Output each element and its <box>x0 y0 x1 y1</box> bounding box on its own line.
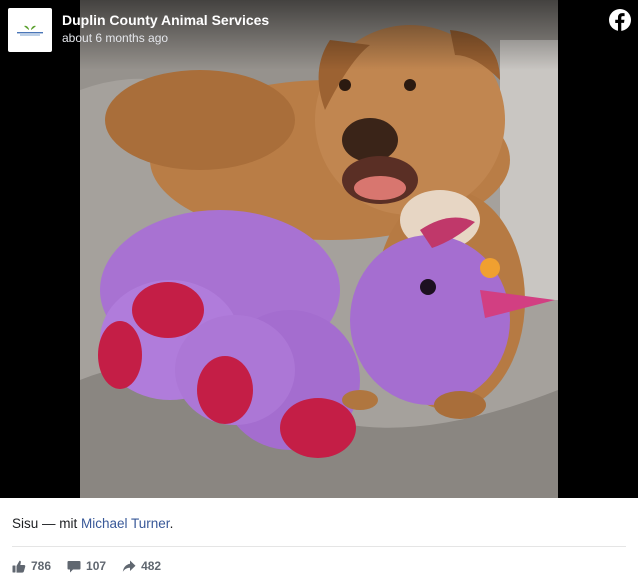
post-photo[interactable] <box>80 0 558 498</box>
thumbs-up-icon <box>12 560 26 573</box>
page-avatar[interactable] <box>8 8 52 52</box>
likes-count: 786 <box>31 559 52 573</box>
likes-stat[interactable]: 786 <box>12 559 51 573</box>
page-name-link[interactable]: Duplin County Animal Services <box>62 12 269 28</box>
post-timestamp[interactable]: about 6 months ago <box>62 31 168 45</box>
facebook-icon[interactable] <box>609 9 631 31</box>
shares-count: 482 <box>141 559 162 573</box>
duplin-county-logo <box>17 25 43 36</box>
divider <box>12 546 626 547</box>
comment-bubble-icon <box>67 560 81 572</box>
facebook-post-embed: Duplin County Animal Services about 6 mo… <box>0 0 638 588</box>
share-arrow-icon <box>122 560 136 572</box>
caption-end: . <box>169 516 174 531</box>
shares-stat[interactable]: 482 <box>122 559 161 573</box>
comments-count: 107 <box>86 559 107 573</box>
post-media[interactable]: Duplin County Animal Services about 6 mo… <box>0 0 638 498</box>
comments-stat[interactable]: 107 <box>67 559 106 573</box>
engagement-stats: 786 107 482 <box>12 559 161 573</box>
photo-dog-with-purple-unicorn <box>80 0 558 498</box>
caption-text: Sisu <box>12 516 39 531</box>
caption-separator: — mit <box>38 516 82 531</box>
tagged-person-link[interactable]: Michael Turner <box>81 516 170 531</box>
post-caption: Sisu — mit Michael Turner. <box>12 516 173 531</box>
